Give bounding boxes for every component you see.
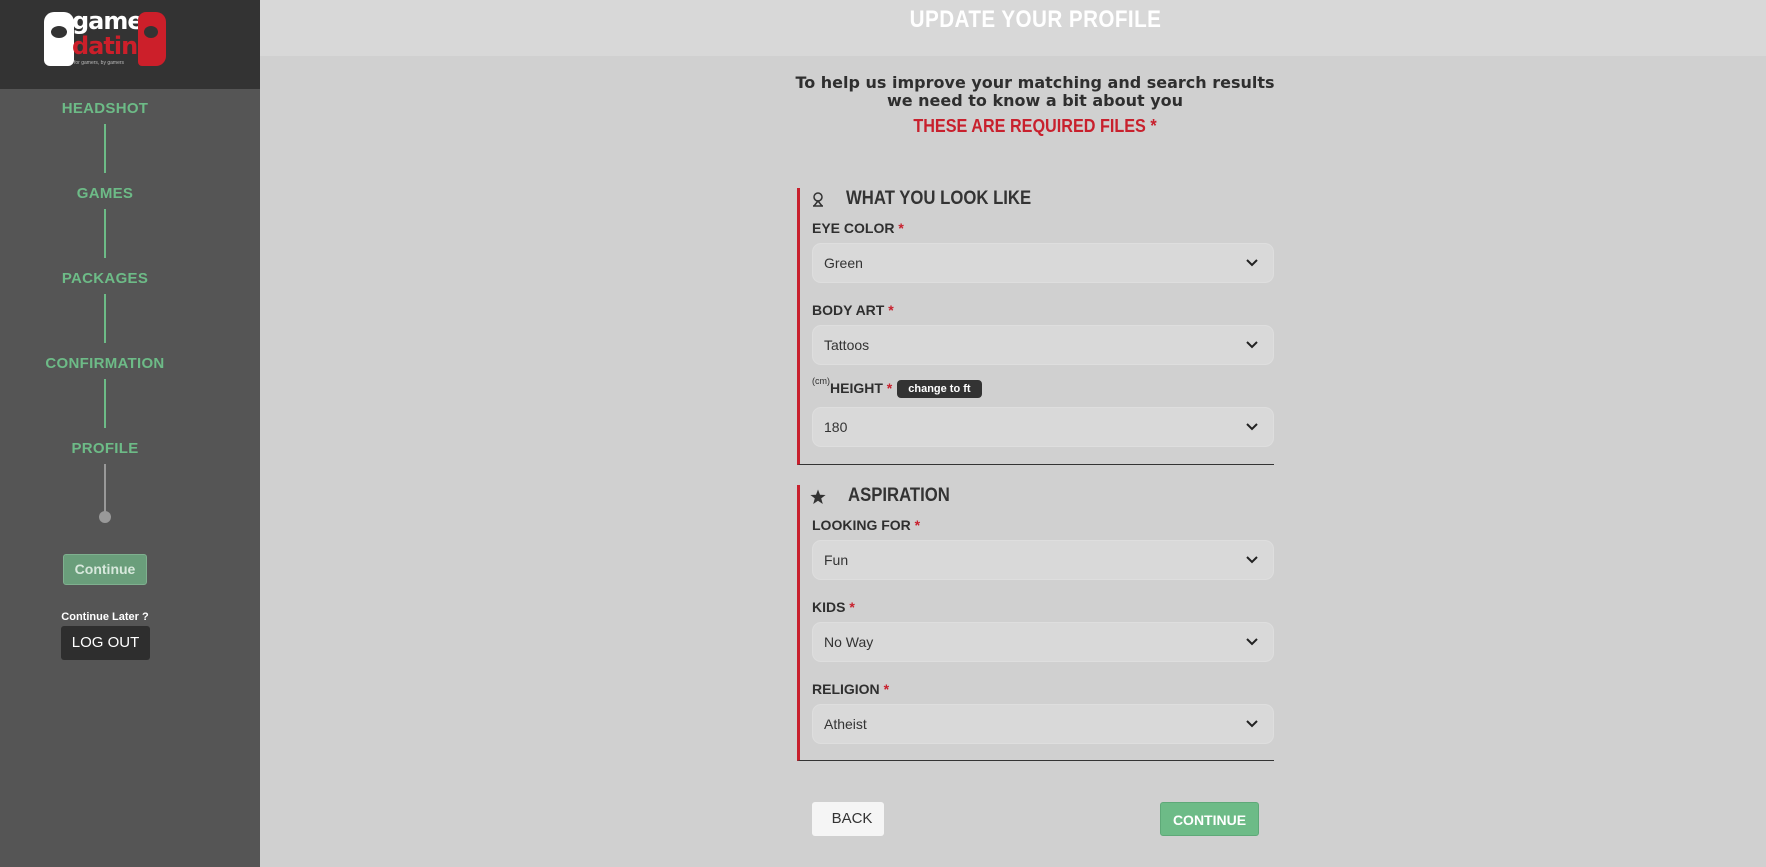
step-connector-pending — [104, 464, 106, 518]
sidebar-continue-button[interactable]: Continue — [63, 554, 147, 585]
logo-area: gamer dating for gamers, by gamers — [0, 0, 260, 89]
continue-button[interactable]: CONTINUE — [1160, 802, 1259, 836]
header-bar: UPDATE YOUR PROFILE — [260, 0, 1766, 56]
step-connector — [104, 379, 106, 428]
chevron-down-icon — [1246, 638, 1258, 646]
back-button[interactable]: BACK — [812, 802, 884, 836]
intro-text: To help us improve your matching and sea… — [795, 73, 1275, 110]
chevron-down-icon — [1246, 720, 1258, 728]
eye-color-value: Green — [824, 255, 863, 271]
logo-tagline: for gamers, by gamers — [74, 60, 125, 66]
height-value: 180 — [824, 419, 848, 435]
religion-label: RELIGION * — [812, 681, 890, 697]
body-art-label: BODY ART * — [812, 302, 894, 318]
looking-for-value: Fun — [824, 552, 849, 568]
height-label: (cm)HEIGHT * change to ft — [812, 376, 982, 398]
section-appearance: WHAT YOU LOOK LIKE EYE COLOR * Green BOD… — [797, 188, 1274, 465]
chevron-down-icon — [1246, 423, 1258, 431]
step-profile[interactable]: PROFILE — [0, 440, 210, 457]
kids-select[interactable]: No Way — [812, 622, 1274, 662]
change-to-ft-button[interactable]: change to ft — [897, 380, 982, 398]
looking-for-label: LOOKING FOR * — [812, 517, 921, 533]
required-note: THESE ARE REQUIRED FILES * — [913, 116, 1157, 136]
progress-end-dot — [99, 511, 111, 523]
religion-value: Atheist — [824, 716, 867, 732]
step-connector — [104, 124, 106, 173]
looking-for-select[interactable]: Fun — [812, 540, 1274, 580]
step-games[interactable]: GAMES — [0, 185, 210, 202]
sidebar: gamer dating for gamers, by gamers HEADS… — [0, 0, 260, 867]
body-art-value: Tattoos — [824, 337, 870, 353]
heart-icon — [138, 12, 166, 66]
chevron-down-icon — [1246, 556, 1258, 564]
kids-value: No Way — [824, 634, 874, 650]
step-connector — [104, 209, 106, 258]
step-headshot[interactable]: HEADSHOT — [0, 100, 210, 117]
eye-color-label: EYE COLOR * — [812, 220, 904, 236]
section-title: ASPIRATION — [848, 485, 950, 506]
page-title: UPDATE YOUR PROFILE — [909, 6, 1162, 33]
height-select[interactable]: 180 — [812, 407, 1274, 447]
chevron-down-icon — [1246, 341, 1258, 349]
chevron-down-icon — [1246, 259, 1258, 267]
skull-icon — [44, 12, 74, 66]
height-unit: (cm) — [812, 376, 830, 386]
continue-later-label: Continue Later ? — [61, 611, 149, 623]
body-art-select[interactable]: Tattoos — [812, 325, 1274, 365]
gamer-dating-logo[interactable]: gamer dating for gamers, by gamers — [44, 8, 166, 70]
star-icon — [810, 489, 826, 504]
section-aspiration: ASPIRATION LOOKING FOR * Fun KIDS * No W… — [797, 485, 1274, 761]
kids-label: KIDS * — [812, 599, 855, 615]
step-confirmation[interactable]: CONFIRMATION — [0, 355, 210, 372]
religion-select[interactable]: Atheist — [812, 704, 1274, 744]
logout-button[interactable]: LOG OUT — [61, 626, 150, 660]
section-title: WHAT YOU LOOK LIKE — [846, 188, 1032, 209]
step-connector — [104, 294, 106, 343]
person-outline-icon — [813, 192, 823, 207]
step-packages[interactable]: PACKAGES — [0, 270, 210, 287]
eye-color-select[interactable]: Green — [812, 243, 1274, 283]
